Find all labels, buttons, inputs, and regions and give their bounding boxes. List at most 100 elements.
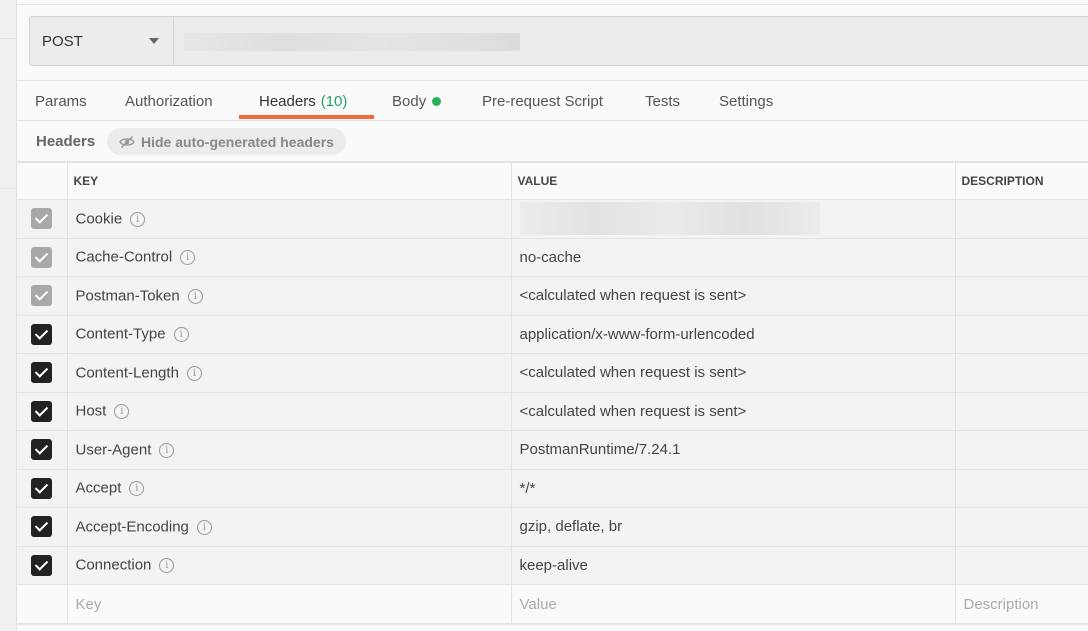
request-panel: POST Params Authorization Headers (10) B… [17, 0, 1088, 631]
tab-params[interactable]: Params [35, 81, 87, 121]
header-value: */* [510, 468, 956, 508]
new-description-input[interactable]: Description [954, 584, 1088, 624]
header-value: <calculated when request is sent> [510, 276, 956, 316]
table-row: Content-Type i application/x-www-form-url… [17, 314, 1088, 354]
method-select[interactable]: POST [30, 17, 174, 65]
header-description [954, 199, 1088, 239]
obscured-url [184, 33, 520, 51]
obscured-value [519, 202, 820, 236]
row-checkbox[interactable] [31, 208, 53, 230]
tab-label: Settings [719, 92, 774, 110]
request-tabs: Params Authorization Headers (10) Body P… [17, 80, 1088, 121]
header-value: PostmanRuntime/7.24.1 [510, 430, 956, 470]
info-icon[interactable]: i [159, 442, 175, 458]
table-row: Connection i keep-alive [17, 545, 1088, 585]
header-key: Postman-Token [75, 287, 180, 305]
row-checkbox[interactable] [31, 362, 53, 384]
header-value: application/x-www-form-urlencoded [510, 314, 956, 354]
table-row: Content-Length i <calculated when request… [17, 353, 1088, 393]
header-description [954, 430, 1088, 470]
tab-tests[interactable]: Tests [645, 81, 680, 121]
header-description [954, 507, 1088, 547]
empty-checkbox-cell [17, 584, 68, 624]
row-checkbox[interactable] [31, 400, 53, 422]
row-checkbox[interactable] [31, 285, 53, 307]
header-description [954, 468, 1088, 508]
row-checkbox[interactable] [31, 323, 53, 345]
chevron-down-icon [149, 38, 159, 44]
tab-label: Headers [259, 92, 316, 110]
header-key: Connection [75, 557, 152, 575]
info-icon[interactable]: i [186, 365, 202, 381]
tab-label: Pre-request Script [482, 92, 603, 110]
header-key: Host [75, 403, 107, 421]
row-checkbox[interactable] [31, 516, 53, 538]
header-description [954, 545, 1088, 585]
hide-auto-headers-button[interactable]: Hide auto-generated headers [107, 128, 346, 155]
header-key: Content-Length [75, 364, 179, 382]
header-key: Cache-Control [75, 249, 173, 267]
header-key: Accept-Encoding [75, 518, 189, 536]
new-key-input[interactable]: Key [66, 584, 512, 624]
header-description [954, 353, 1088, 393]
header-key: User-Agent [75, 441, 152, 459]
new-header-row: Key Value Description [17, 584, 1088, 624]
table-row: Cookie i [17, 199, 1088, 239]
divider [0, 188, 17, 189]
header-description [954, 276, 1088, 316]
headers-count-badge: (10) [320, 92, 348, 110]
table-row: Postman-Token i <calculated when request … [17, 276, 1088, 316]
header-value: keep-alive [510, 545, 956, 585]
headers-toolbar: Headers Hide auto-generated headers [17, 121, 1088, 162]
row-checkbox[interactable] [31, 554, 53, 576]
method-label: POST [42, 32, 83, 50]
info-icon[interactable]: i [173, 327, 189, 343]
status-dot-icon [432, 96, 442, 106]
row-checkbox[interactable] [31, 439, 53, 461]
info-icon[interactable]: i [180, 250, 196, 266]
header-key: Cookie [75, 210, 123, 228]
tab-label: Params [35, 92, 87, 110]
header-key: Accept [75, 480, 122, 498]
tab-pre-request-script[interactable]: Pre-request Script [482, 81, 603, 121]
table-row: User-Agent i PostmanRuntime/7.24.1 [17, 430, 1088, 470]
headers-table: KEY VALUE DESCRIPTION Cookie i Cache-Cont… [17, 162, 1088, 624]
left-sidebar-edge [0, 0, 17, 631]
header-value: no-cache [510, 237, 956, 277]
table-row: Host i <calculated when request is sent> [17, 391, 1088, 431]
row-checkbox[interactable] [31, 477, 53, 499]
column-header-key: KEY [66, 162, 512, 200]
info-icon[interactable]: i [130, 211, 146, 227]
active-tab-indicator [239, 115, 374, 119]
column-header-value: VALUE [510, 162, 956, 200]
divider [17, 4, 1088, 5]
info-icon[interactable]: i [129, 481, 145, 497]
info-icon[interactable]: i [196, 519, 212, 535]
header-description [954, 391, 1088, 431]
row-checkbox[interactable] [31, 246, 53, 268]
header-value: gzip, deflate, br [510, 507, 956, 547]
checkbox-column-header [17, 162, 68, 200]
info-icon[interactable]: i [114, 404, 130, 420]
divider [0, 38, 17, 39]
tab-label: Authorization [125, 92, 213, 110]
tab-authorization[interactable]: Authorization [125, 81, 213, 121]
header-description [954, 314, 1088, 354]
url-input[interactable] [174, 17, 1088, 65]
divider [17, 624, 1088, 625]
header-description [954, 237, 1088, 277]
section-title: Headers [36, 133, 96, 150]
header-value [510, 199, 956, 239]
header-key: Content-Type [75, 326, 166, 344]
header-value: <calculated when request is sent> [510, 391, 956, 431]
tab-settings[interactable]: Settings [719, 81, 773, 121]
url-bar: POST [29, 16, 1088, 66]
hide-auto-headers-label: Hide auto-generated headers [141, 133, 334, 150]
info-icon[interactable]: i [159, 558, 175, 574]
info-icon[interactable]: i [187, 288, 203, 304]
eye-off-icon [119, 135, 135, 148]
table-row: Cache-Control i no-cache [17, 237, 1088, 277]
tab-body[interactable]: Body [392, 81, 442, 121]
new-value-input[interactable]: Value [510, 584, 956, 624]
tab-label: Tests [645, 92, 681, 110]
